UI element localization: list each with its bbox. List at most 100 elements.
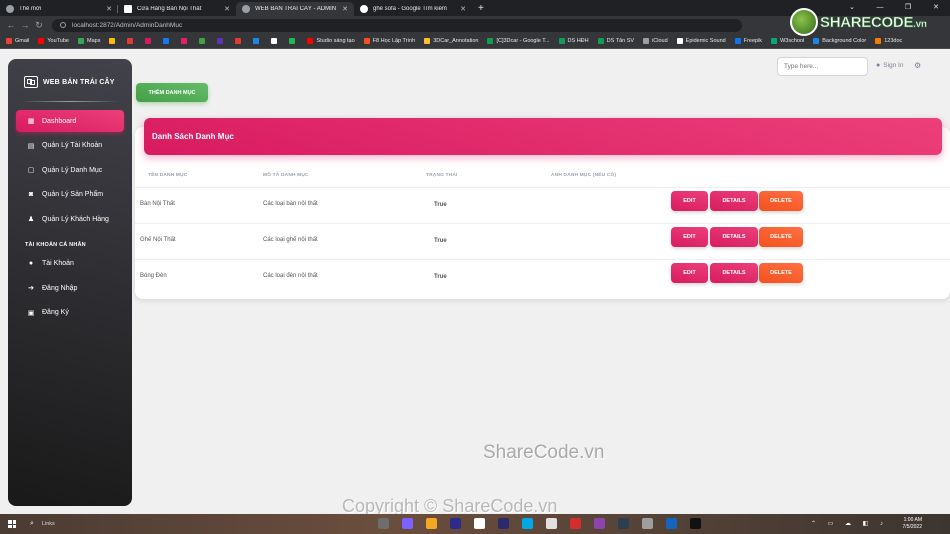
tab-favicon-icon <box>6 5 14 13</box>
bookmark-item[interactable]: 123doc <box>875 38 902 44</box>
details-button[interactable]: DETAILS <box>710 227 758 247</box>
bookmark-item[interactable] <box>217 38 226 44</box>
taskbar-app-icon[interactable] <box>666 518 677 529</box>
cell-status: True <box>434 274 447 280</box>
cell-category-description: Các loại bàn nội thất <box>263 201 318 207</box>
taskbar-app-icon[interactable] <box>402 518 413 529</box>
tab-close-icon[interactable]: ✕ <box>106 5 112 13</box>
bookmark-item[interactable] <box>253 38 262 44</box>
sidebar-item-accounts[interactable]: ▤ Quản Lý Tài Khoản <box>16 135 124 157</box>
gear-icon[interactable]: ⚙ <box>914 61 921 70</box>
new-tab-button[interactable]: + <box>472 2 490 16</box>
bookmark-item[interactable] <box>181 38 190 44</box>
bookmark-favicon-icon <box>597 38 604 44</box>
system-clock[interactable]: 1:00 AM 7/5/2022 <box>903 517 922 531</box>
taskbar-app-icon[interactable] <box>498 518 509 529</box>
bookmark-item[interactable] <box>109 38 118 44</box>
url-text: localhost:2872/Admin/AdminDanhMuc <box>72 21 183 29</box>
back-icon[interactable]: ← <box>4 20 18 30</box>
taskbar-search-label[interactable]: Links <box>42 521 55 527</box>
bookmark-item[interactable]: Freepik <box>734 38 763 44</box>
watermark-center: ShareCode.vn <box>483 442 605 463</box>
taskbar-app-icon[interactable] <box>690 518 701 529</box>
brand-name: WEB BÁN TRÁI CÂY <box>43 78 115 86</box>
system-tray-icons[interactable]: ⌃ ▭ ☁ ◧ ♪ <box>811 520 888 527</box>
sign-in-link[interactable]: ● Sign In <box>876 62 903 69</box>
windows-start-icon[interactable] <box>8 520 16 528</box>
site-info-icon[interactable] <box>60 22 66 28</box>
bookmark-favicon-icon <box>771 38 778 44</box>
taskbar-search-icon[interactable]: ⌕ <box>30 520 34 528</box>
delete-button[interactable]: DELETE <box>759 263 803 283</box>
bookmark-item[interactable]: iCloud <box>643 38 668 44</box>
taskbar-app-icon[interactable] <box>546 518 557 529</box>
bookmark-favicon-icon <box>676 38 683 44</box>
bookmark-favicon-icon <box>163 38 170 44</box>
table-row <box>135 187 950 223</box>
sidebar-nav-personal: ● Tài Khoản ➔ Đăng Nhập ▣ Đăng Ký <box>8 253 132 324</box>
customer-icon: ♟ <box>27 216 35 223</box>
details-button[interactable]: DETAILS <box>710 191 758 211</box>
edit-button[interactable]: EDIT <box>671 191 708 211</box>
tab-close-icon[interactable]: ✕ <box>342 5 348 13</box>
bookmark-item[interactable]: DS HĐH <box>558 38 589 44</box>
sidebar-item-customer[interactable]: ♟ Quản Lý Khách Hàng <box>16 208 124 230</box>
bookmark-item[interactable]: [C]3Dcar - Google T... <box>487 38 550 44</box>
browser-tab[interactable]: ghế sofa - Google Tìm kiếm ✕ <box>354 2 472 16</box>
bookmark-item[interactable]: Epidemic Sound <box>676 38 726 44</box>
bookmark-item[interactable]: W3school <box>771 38 804 44</box>
sidebar-item-person[interactable]: ● Tài Khoản <box>16 253 124 275</box>
sidebar-item-dashboard[interactable]: ▦ Dashboard <box>16 110 124 132</box>
delete-button[interactable]: DELETE <box>759 227 803 247</box>
details-button[interactable]: DETAILS <box>710 263 758 283</box>
sidebar-item-label: Quản Lý Danh Mục <box>42 166 103 174</box>
bookmark-favicon-icon <box>424 38 431 44</box>
taskbar-app-icon[interactable] <box>450 518 461 529</box>
reload-icon[interactable]: ↻ <box>32 20 46 31</box>
sidebar-item-register[interactable]: ▣ Đăng Ký <box>16 302 124 324</box>
sidebar-item-category[interactable]: ▢ Quản Lý Danh Mục <box>16 159 124 181</box>
taskbar-app-icon[interactable] <box>618 518 629 529</box>
bookmark-item[interactable]: Studio sáng tạo <box>307 38 355 44</box>
bookmark-item[interactable]: F8 Học Lập Trình <box>363 38 415 44</box>
sidebar-item-product[interactable]: ◙ Quản Lý Sản Phẩm <box>16 184 124 206</box>
bookmark-item[interactable]: 3DCar_Annotation <box>424 38 478 44</box>
bookmark-item[interactable] <box>127 38 136 44</box>
bookmark-item[interactable]: DS Tân SV <box>597 38 634 44</box>
edit-button[interactable]: EDIT <box>671 227 708 247</box>
taskbar-app-icon[interactable] <box>378 518 389 529</box>
bookmark-item[interactable] <box>163 38 172 44</box>
bookmark-item[interactable]: YouTube <box>38 38 69 44</box>
brand[interactable]: WEB BÁN TRÁI CÂY <box>8 59 132 93</box>
url-field[interactable]: localhost:2872/Admin/AdminDanhMuc <box>52 18 742 32</box>
edit-button[interactable]: EDIT <box>671 263 708 283</box>
add-category-button[interactable]: THÊM DANH MỤC <box>136 83 208 102</box>
bookmark-item[interactable] <box>199 38 208 44</box>
taskbar-app-icon[interactable] <box>522 518 533 529</box>
taskbar-app-icon[interactable] <box>570 518 581 529</box>
search-box <box>777 57 868 76</box>
taskbar-app-icon[interactable] <box>642 518 653 529</box>
taskbar-app-icon[interactable] <box>474 518 485 529</box>
bookmark-item[interactable] <box>145 38 154 44</box>
bookmark-label: Epidemic Sound <box>685 38 726 44</box>
browser-tab[interactable]: Thẻ mới ✕ <box>0 2 118 16</box>
tab-close-icon[interactable]: ✕ <box>224 5 230 13</box>
bookmark-item[interactable]: Gmail <box>6 38 29 44</box>
tab-close-icon[interactable]: ✕ <box>460 5 466 13</box>
browser-tab-active[interactable]: WEB BÁN TRÁI CÂY - ADMIN ✕ <box>236 2 354 16</box>
product-icon: ◙ <box>28 191 34 198</box>
bookmark-item[interactable] <box>289 38 298 44</box>
bookmark-item[interactable] <box>235 38 244 44</box>
forward-icon[interactable]: → <box>18 20 32 30</box>
bookmark-label: Freepik <box>743 38 763 44</box>
sidebar-item-login[interactable]: ➔ Đăng Nhập <box>16 277 124 299</box>
bookmark-item[interactable]: Background Color <box>813 38 866 44</box>
browser-tab[interactable]: Cửa Hàng Bàn Nội Thất ✕ <box>118 2 236 16</box>
bookmark-item[interactable]: Maps <box>78 38 100 44</box>
taskbar-app-icon[interactable] <box>426 518 437 529</box>
bookmark-item[interactable] <box>271 38 280 44</box>
delete-button[interactable]: DELETE <box>759 191 803 211</box>
search-input[interactable] <box>778 58 867 75</box>
taskbar-app-icon[interactable] <box>594 518 605 529</box>
